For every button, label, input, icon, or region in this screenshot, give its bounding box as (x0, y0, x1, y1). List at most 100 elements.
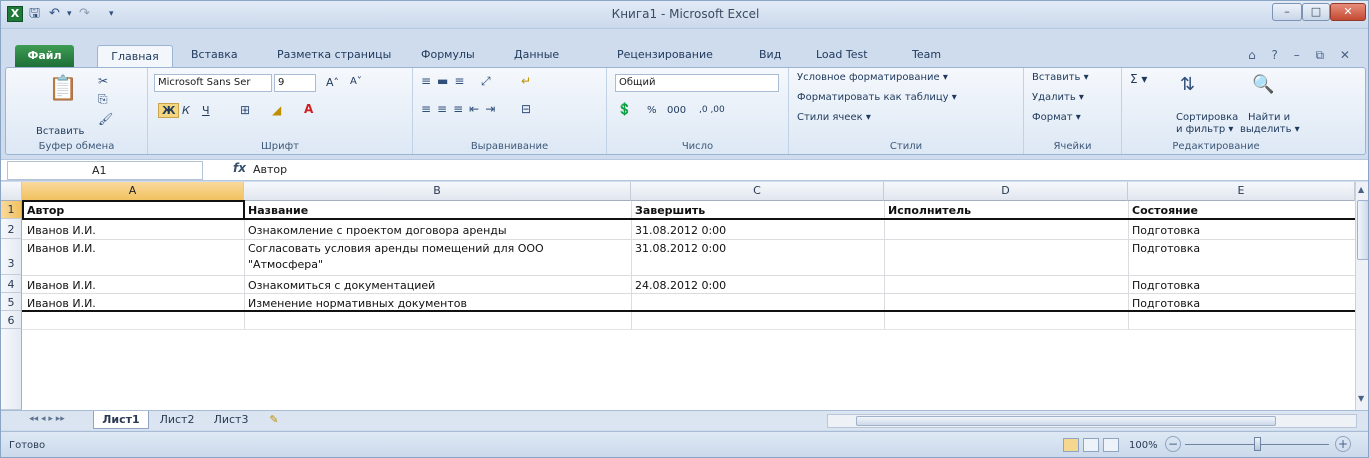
currency-icon[interactable]: 💲 (617, 102, 632, 116)
percent-button[interactable]: % (647, 105, 657, 116)
row-header-2[interactable]: 2 (1, 219, 22, 239)
tab-file[interactable]: Файл (15, 45, 74, 67)
cell-b5[interactable]: Изменение нормативных документов (245, 297, 629, 310)
insert-function-button[interactable]: fx (233, 161, 246, 175)
cell-b1[interactable]: Название (245, 204, 629, 217)
find-select-label[interactable]: Найти и (1248, 112, 1290, 123)
row-header-1[interactable]: 1 (1, 201, 22, 219)
row-header-5[interactable]: 5 (1, 293, 22, 311)
tab-review[interactable]: Рецензирование (617, 48, 713, 61)
italic-button[interactable]: К (182, 104, 190, 117)
scroll-down-icon[interactable]: ▼ (1358, 394, 1364, 403)
column-header-c[interactable]: C (631, 182, 884, 201)
column-header-e[interactable]: E (1128, 182, 1355, 201)
cell-c3[interactable]: 31.08.2012 0:00 (632, 242, 882, 255)
find-select-icon[interactable]: 🔍 (1252, 74, 1274, 95)
cell-b2[interactable]: Ознакомление с проектом договора аренды (245, 224, 629, 237)
horizontal-align-icons[interactable]: ≡≡≡⇤⇥ (421, 102, 501, 116)
font-color-icon[interactable]: A (304, 102, 313, 116)
page-break-view-icon[interactable] (1103, 438, 1119, 452)
wrap-text-icon[interactable]: ↵ (521, 74, 531, 88)
insert-sheet-icon[interactable]: ✎ (259, 411, 289, 429)
sheet-tab-3[interactable]: Лист3 (205, 411, 257, 429)
tab-page-layout[interactable]: Разметка страницы (277, 48, 391, 61)
grow-font-button[interactable]: A˄ (326, 76, 339, 89)
font-name-select[interactable]: Microsoft Sans Ser (154, 74, 272, 92)
format-as-table-button[interactable]: Форматировать как таблицу ▾ (797, 92, 957, 103)
sort-filter-icon[interactable]: ⇅ (1180, 74, 1195, 95)
merge-center-icon[interactable]: ⊟ (521, 102, 531, 116)
zoom-slider-thumb[interactable] (1254, 437, 1261, 451)
tab-formulas[interactable]: Формулы (421, 48, 475, 61)
zoom-out-button[interactable]: − (1165, 436, 1181, 452)
tab-insert[interactable]: Вставка (191, 48, 238, 61)
vertical-align-icons[interactable]: ≡▬≡ (421, 74, 470, 88)
vertical-scrollbar[interactable]: ▲ ▼ (1355, 182, 1368, 410)
cell-d1[interactable]: Исполнитель (885, 204, 1125, 217)
tab-data[interactable]: Данные (514, 48, 559, 61)
font-size-select[interactable]: 9 (274, 74, 316, 92)
cell-e4[interactable]: Подготовка (1129, 279, 1353, 292)
formula-input[interactable]: Автор (253, 163, 287, 176)
cell-e3[interactable]: Подготовка (1129, 242, 1353, 255)
cell-c2[interactable]: 31.08.2012 0:00 (632, 224, 882, 237)
cell-a3[interactable]: Иванов И.И. (24, 242, 242, 255)
row-header-4[interactable]: 4 (1, 275, 22, 293)
thousands-button[interactable]: 000 (667, 105, 686, 116)
column-header-a[interactable]: A (22, 182, 244, 201)
autosum-button[interactable]: Σ ▾ (1130, 72, 1147, 86)
copy-icon[interactable]: ⎘ (98, 92, 108, 107)
cell-e2[interactable]: Подготовка (1129, 224, 1353, 237)
horizontal-scrollbar[interactable] (827, 414, 1357, 428)
scroll-thumb[interactable] (1357, 200, 1368, 260)
page-layout-view-icon[interactable] (1083, 438, 1099, 452)
tab-view[interactable]: Вид (759, 48, 781, 61)
sheet-tab-1[interactable]: Лист1 (93, 411, 149, 429)
worksheet-grid[interactable]: A B C D E 1 2 3 4 5 6 Автор Название Зав… (1, 182, 1355, 410)
fill-color-icon[interactable]: ◢ (272, 103, 281, 117)
cell-e1[interactable]: Состояние (1129, 204, 1353, 217)
orientation-icon[interactable]: ⤢ (481, 74, 491, 89)
select-all-corner[interactable] (1, 182, 22, 201)
scroll-up-icon[interactable]: ▲ (1358, 185, 1364, 194)
format-painter-icon[interactable]: 🖌 (98, 112, 113, 126)
zoom-in-button[interactable]: + (1335, 436, 1351, 452)
name-box[interactable]: A1 (7, 161, 203, 180)
close-button[interactable]: ✕ (1330, 3, 1366, 21)
sort-filter-label-2[interactable]: и фильтр ▾ (1176, 124, 1233, 135)
cell-a1[interactable]: Автор (24, 204, 242, 217)
shrink-font-button[interactable]: A˅ (350, 76, 362, 87)
cell-a5[interactable]: Иванов И.И. (24, 297, 242, 310)
cell-c4[interactable]: 24.08.2012 0:00 (632, 279, 882, 292)
tab-home[interactable]: Главная (97, 45, 173, 68)
row-header-6[interactable]: 6 (1, 311, 22, 329)
paste-button[interactable]: Вставить (36, 126, 84, 137)
insert-cells-button[interactable]: Вставить ▾ (1032, 72, 1089, 83)
underline-button[interactable]: Ч (202, 104, 210, 117)
cell-a2[interactable]: Иванов И.И. (24, 224, 242, 237)
cut-icon[interactable]: ✂ (98, 74, 108, 88)
cell-b3[interactable]: Согласовать условия аренды помещений для… (245, 242, 629, 255)
cell-e5[interactable]: Подготовка (1129, 297, 1353, 310)
paste-icon[interactable]: 📋 (48, 74, 78, 102)
find-select-label-2[interactable]: выделить ▾ (1240, 124, 1300, 135)
tab-team[interactable]: Team (912, 48, 941, 61)
horizontal-scroll-thumb[interactable] (856, 416, 1276, 426)
delete-cells-button[interactable]: Удалить ▾ (1032, 92, 1084, 103)
cell-styles-button[interactable]: Стили ячеек ▾ (797, 112, 871, 123)
column-header-d[interactable]: D (884, 182, 1128, 201)
tab-load-test[interactable]: Load Test (816, 48, 868, 61)
cell-c1[interactable]: Завершить (632, 204, 882, 217)
bold-button[interactable]: Ж (158, 103, 180, 118)
borders-icon[interactable]: ⊞ (240, 103, 250, 117)
format-cells-button[interactable]: Формат ▾ (1032, 112, 1081, 123)
cell-a4[interactable]: Иванов И.И. (24, 279, 242, 292)
sheet-tab-2[interactable]: Лист2 (151, 411, 203, 429)
sort-filter-label[interactable]: Сортировка (1176, 112, 1238, 123)
normal-view-icon[interactable] (1063, 438, 1079, 452)
column-header-b[interactable]: B (244, 182, 631, 201)
zoom-level[interactable]: 100% (1129, 440, 1158, 451)
maximize-button[interactable]: □ (1302, 3, 1330, 21)
number-format-select[interactable]: Общий (615, 74, 779, 92)
minimize-button[interactable]: – (1272, 3, 1302, 21)
